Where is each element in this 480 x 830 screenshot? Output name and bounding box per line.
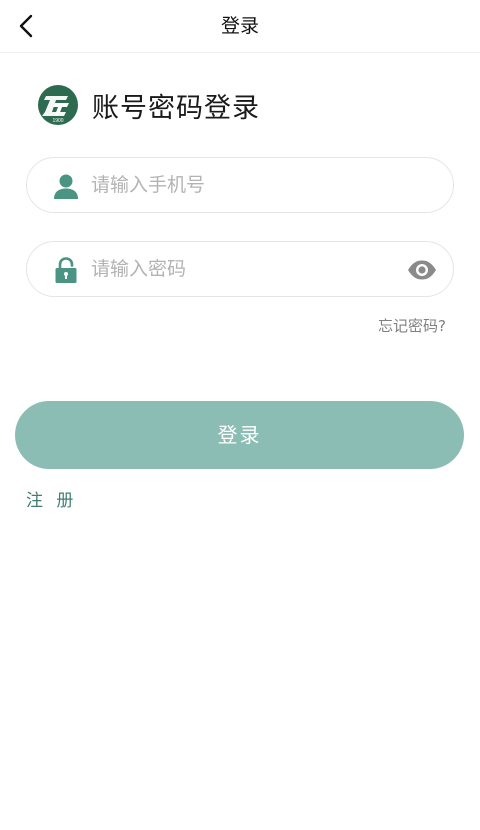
user-icon: [54, 174, 78, 199]
phone-field[interactable]: [26, 157, 454, 213]
top-navigation-bar: 登录: [0, 0, 480, 53]
login-method-title: 账号密码登录: [92, 92, 260, 124]
login-button[interactable]: 登录: [15, 401, 464, 469]
page-title: 登录: [220, 15, 259, 37]
password-input[interactable]: [91, 242, 391, 296]
logo-year: 1900: [52, 118, 63, 124]
forgot-password-link[interactable]: 忘记密码?: [378, 315, 446, 336]
register-link[interactable]: 注 册: [26, 486, 77, 511]
phone-input[interactable]: [91, 158, 391, 212]
password-field[interactable]: [26, 241, 454, 297]
lock-icon: [55, 257, 77, 283]
eye-icon[interactable]: [407, 257, 437, 283]
brand-logo: 1900: [38, 85, 78, 125]
brand-header: 1900 账号密码登录: [38, 84, 260, 126]
